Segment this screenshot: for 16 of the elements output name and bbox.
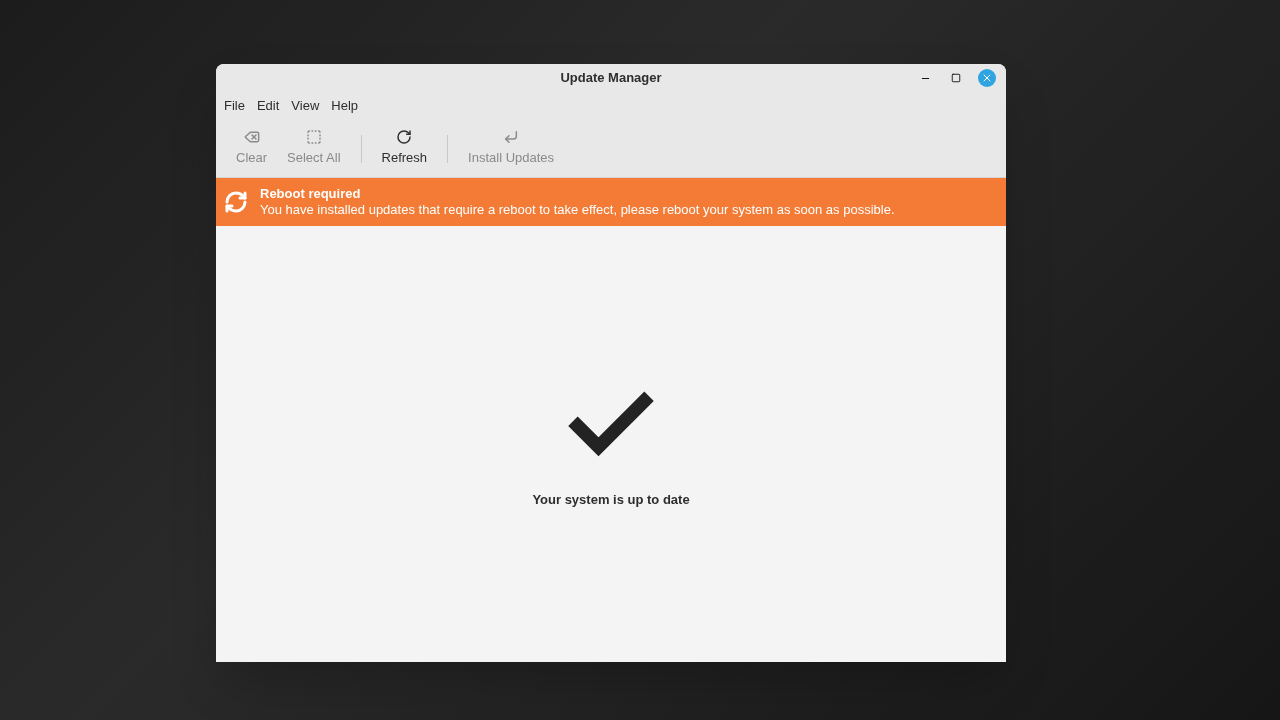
dashed-square-icon — [305, 129, 322, 146]
banner-title: Reboot required — [260, 186, 362, 202]
close-icon — [981, 72, 993, 84]
reboot-icon — [224, 190, 248, 214]
refresh-icon — [396, 129, 413, 146]
menu-item[interactable]: File — [218, 96, 251, 116]
menu-item[interactable]: Help — [325, 96, 365, 116]
toolbar-button[interactable]: Refresh — [371, 125, 438, 172]
menu-item[interactable]: View — [285, 96, 326, 116]
window-title: Update Manager — [560, 69, 662, 88]
close-button[interactable] — [978, 69, 996, 87]
status-message: Your system is up to date — [532, 491, 690, 509]
menu-item[interactable]: Edit — [250, 96, 286, 116]
maximize-icon — [951, 73, 961, 83]
banner-message: You have installed updates that require a reboot to take effect, please reboot your system as soon as possible. — [260, 202, 895, 218]
return-arrow-icon — [503, 129, 520, 146]
